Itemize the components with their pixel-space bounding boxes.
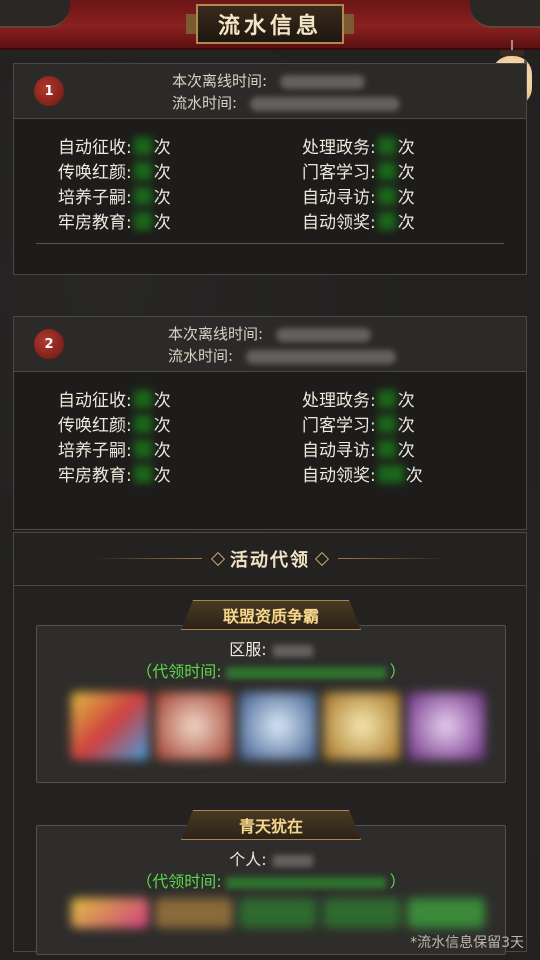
flow-time-label: 流水时间: — [172, 94, 238, 112]
server-value — [272, 644, 313, 657]
stat-item: 自动寻访: 次 — [302, 439, 415, 461]
stat-count-hidden — [133, 161, 152, 180]
record-stats: 自动征收: 次 传唤红颜: 次 培养子嗣: 次 牢房教育: 次 处理政务: 次 门客学习:… — [14, 119, 526, 269]
stat-item: 处理政务: 次 — [302, 136, 415, 158]
reward-item[interactable] — [239, 898, 317, 928]
personal-label: 个人: — [229, 850, 267, 869]
stat-count-hidden — [133, 439, 152, 458]
offline-time-label: 本次离线时间: — [172, 72, 268, 90]
activity-title: 活动代领 — [230, 550, 310, 571]
activity-section: 活动代领 区服: （代领时间: ） 联盟资质争霸 个人: （代领时间: ） 青天犹在 — [13, 532, 527, 955]
reward-item[interactable] — [323, 898, 401, 928]
record-card-1: 1 本次离线时间: 流水时间: 自动征收: 次 传唤红颜: 次 培养子嗣: 次 牢房教… — [13, 63, 527, 275]
stat-count-hidden — [133, 464, 152, 483]
stat-item: 自动寻访: 次 — [302, 186, 415, 208]
stat-item: 培养子嗣: 次 — [58, 439, 171, 461]
stat-count-hidden — [377, 389, 396, 408]
stat-count-hidden — [133, 186, 152, 205]
proxy-time-value — [225, 666, 386, 679]
event-tab-qingtian: 青天犹在 — [181, 810, 361, 840]
flow-time-value — [249, 96, 400, 111]
stat-item: 传唤红颜: 次 — [58, 414, 171, 436]
stat-count-hidden — [133, 414, 152, 433]
stat-count-hidden — [377, 161, 396, 180]
stat-count-hidden — [377, 186, 396, 205]
stat-item: 自动领奖: 次 — [302, 464, 423, 486]
event-tab-alliance: 联盟资质争霸 — [181, 600, 361, 630]
stat-count-hidden — [377, 414, 396, 433]
stat-item: 自动征收: 次 — [58, 136, 171, 158]
stat-count-hidden — [133, 389, 152, 408]
proxy-time-close: ） — [389, 872, 406, 891]
diamond-ornament — [210, 551, 226, 567]
record-header: 2 本次离线时间: 流水时间: — [14, 317, 526, 372]
personal-value — [272, 854, 313, 867]
stat-item: 牢房教育: 次 — [58, 211, 171, 233]
proxy-time-close: ） — [389, 662, 406, 681]
record-card-2: 2 本次离线时间: 流水时间: 自动征收: 次 传唤红颜: 次 培养子嗣: 次 牢房教… — [13, 316, 527, 530]
reward-item[interactable] — [71, 898, 149, 928]
stat-item: 自动征收: 次 — [58, 389, 171, 411]
event-panel-alliance: 区服: （代领时间: ） — [36, 625, 506, 783]
proxy-time-value — [225, 876, 386, 889]
reward-list — [71, 898, 491, 928]
server-label: 区服: — [229, 640, 267, 659]
offline-time-label: 本次离线时间: — [168, 325, 264, 343]
reward-item[interactable] — [239, 692, 317, 760]
record-index-badge: 1 — [34, 76, 64, 106]
reward-item[interactable] — [323, 692, 401, 760]
divider — [36, 243, 504, 244]
offline-time-value — [275, 327, 371, 342]
activity-header: 活动代领 — [14, 533, 526, 586]
top-right-ornament — [470, 0, 540, 28]
record-header: 1 本次离线时间: 流水时间: — [14, 64, 526, 119]
stat-item: 自动领奖: 次 — [302, 211, 415, 233]
stat-item: 处理政务: 次 — [302, 389, 415, 411]
reward-item[interactable] — [407, 898, 485, 928]
reward-item[interactable] — [155, 898, 233, 928]
proxy-time-open: （代领时间: — [136, 662, 222, 681]
stat-item: 门客学习: 次 — [302, 414, 415, 436]
reward-item[interactable] — [71, 692, 149, 760]
stat-count-hidden — [377, 136, 396, 155]
page-title: 流水信息 — [186, 4, 354, 44]
flow-time-value — [245, 349, 396, 364]
top-left-ornament — [0, 0, 70, 28]
reward-item[interactable] — [407, 692, 485, 760]
stat-item: 牢房教育: 次 — [58, 464, 171, 486]
stat-count-hidden — [377, 439, 396, 458]
diamond-ornament — [314, 551, 330, 567]
stat-item: 培养子嗣: 次 — [58, 186, 171, 208]
flow-time-label: 流水时间: — [168, 347, 234, 365]
stat-count-hidden — [133, 211, 152, 230]
stat-item: 传唤红颜: 次 — [58, 161, 171, 183]
top-bar: 流水信息 — [0, 0, 540, 50]
stat-count-hidden — [377, 211, 396, 230]
offline-time-value — [279, 74, 365, 89]
stat-item: 门客学习: 次 — [302, 161, 415, 183]
reward-item[interactable] — [155, 692, 233, 760]
retention-note: *流水信息保留3天 — [410, 935, 524, 951]
record-stats: 自动征收: 次 传唤红颜: 次 培养子嗣: 次 牢房教育: 次 处理政务: 次 门客学习:… — [14, 372, 526, 522]
stat-count-hidden — [133, 136, 152, 155]
reward-list — [71, 692, 491, 760]
record-index-badge: 2 — [34, 329, 64, 359]
proxy-time-open: （代领时间: — [136, 872, 222, 891]
stat-count-hidden — [377, 464, 404, 483]
